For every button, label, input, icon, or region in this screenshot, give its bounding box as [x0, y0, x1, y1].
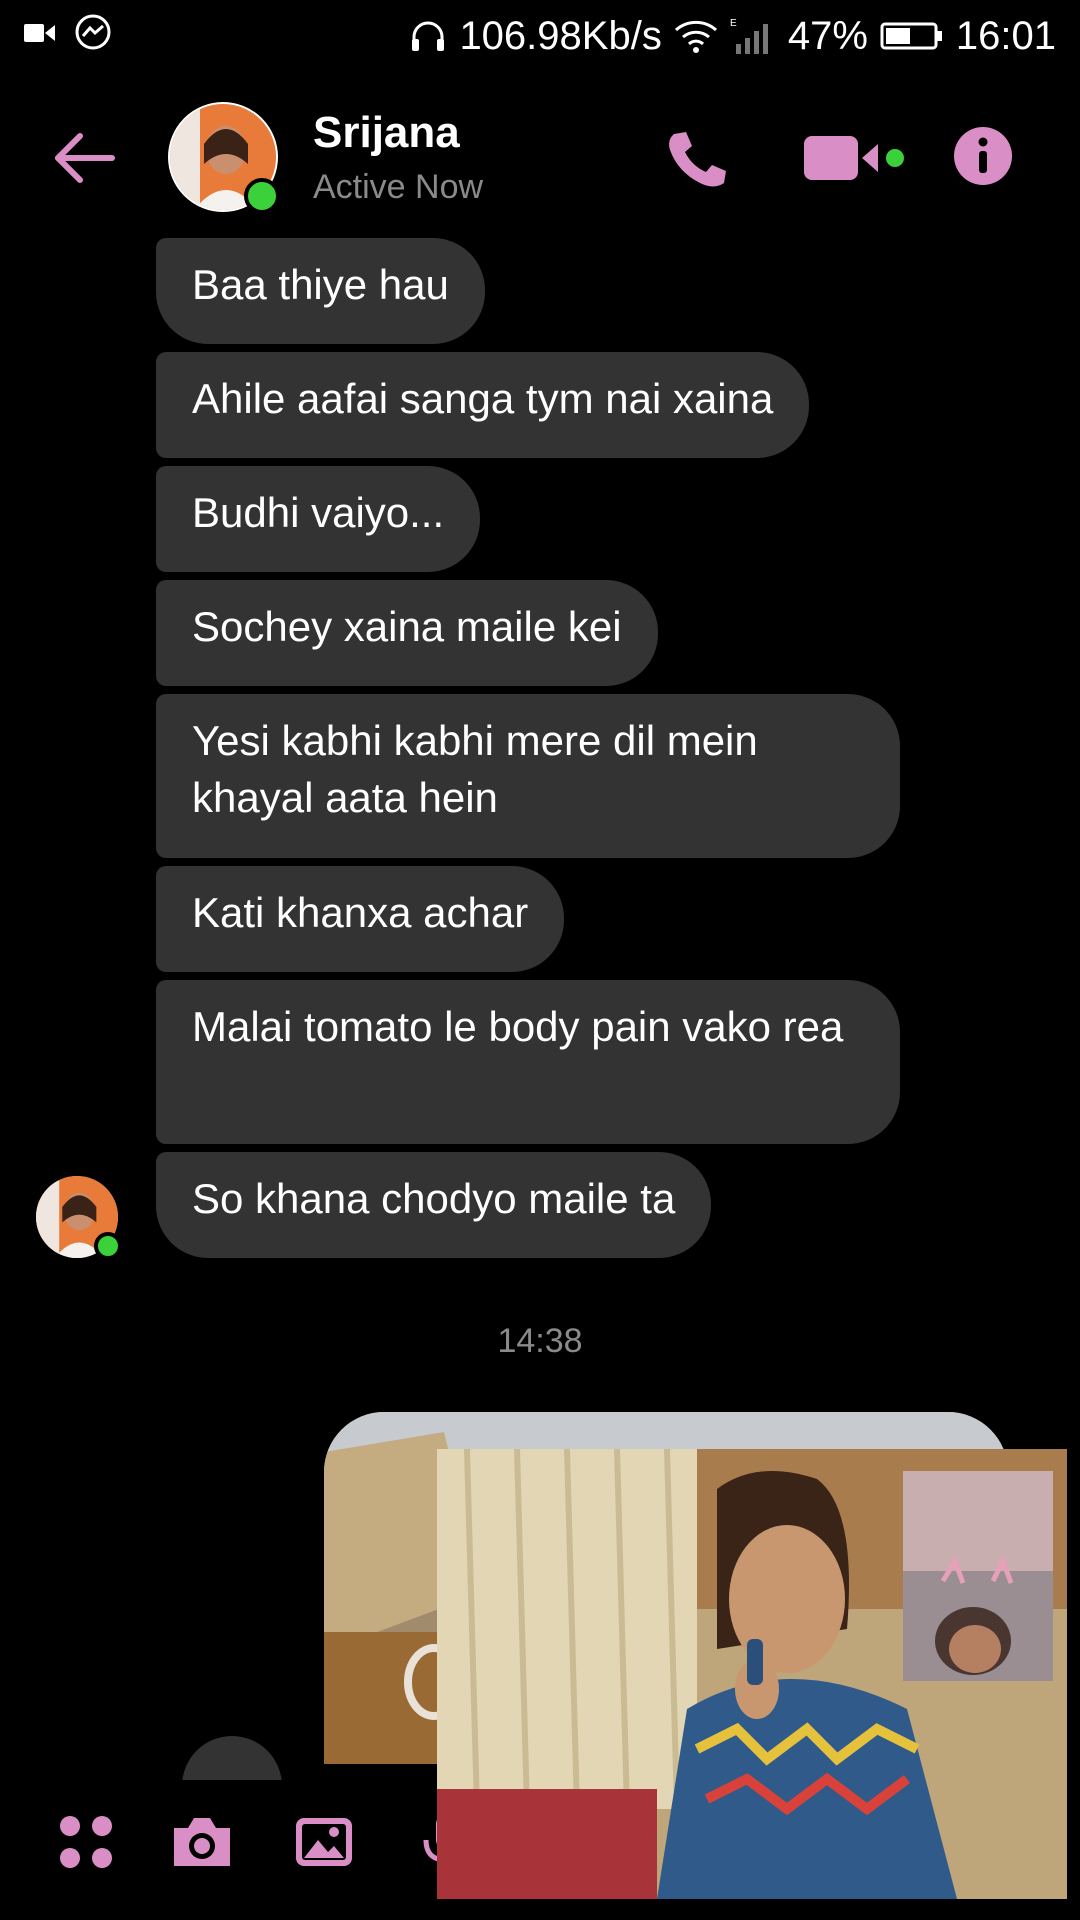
conversation-header: Srijana Active Now — [0, 90, 1080, 220]
video-notification-icon — [24, 24, 55, 42]
messenger-notification-icon — [75, 14, 111, 50]
grid-icon[interactable] — [54, 1810, 118, 1874]
message-bubble[interactable]: Baa thiye hau — [156, 238, 485, 344]
message-bubble[interactable]: Yesi kabhi kabhi mere dil mein khayal aa… — [156, 694, 900, 858]
status-bar: 106.98Kb/s E 47% 16:01 — [0, 0, 1080, 72]
signal-icon: E — [730, 18, 768, 54]
clock: 16:01 — [955, 14, 1056, 58]
self-video-feed — [903, 1471, 1053, 1681]
camera-icon[interactable] — [170, 1810, 234, 1874]
online-indicator — [94, 1232, 122, 1260]
contact-status: Active Now — [313, 168, 484, 206]
video-call-window[interactable] — [437, 1449, 1067, 1899]
video-camera-icon[interactable] — [804, 134, 904, 182]
self-video-preview[interactable] — [903, 1471, 1053, 1681]
status-bar-notifications — [24, 14, 112, 52]
online-indicator — [244, 178, 280, 214]
status-bar-indicators: 106.98Kb/s E 47% 16:01 — [409, 10, 1056, 62]
info-icon[interactable] — [953, 126, 1013, 186]
back-arrow-icon[interactable] — [52, 130, 116, 186]
battery-icon — [880, 22, 942, 50]
typing-indicator — [182, 1736, 282, 1786]
message-bubble[interactable]: Budhi vaiyo... — [156, 466, 481, 572]
headphones-icon — [412, 21, 445, 51]
battery-percent: 47% — [787, 14, 868, 58]
contact-name[interactable]: Srijana — [313, 108, 460, 158]
wifi-icon — [674, 20, 717, 53]
message-bubble[interactable]: Malai tomato le body pain vako rea — [156, 980, 900, 1144]
svg-text:E: E — [730, 18, 737, 29]
message-bubble[interactable]: Sochey xaina maile kei — [156, 580, 658, 686]
message-bubble[interactable]: So khana chodyo maile ta — [156, 1152, 712, 1258]
message-bubble[interactable]: Kati khanxa achar — [156, 866, 565, 972]
network-speed: 106.98Kb/s — [459, 14, 662, 58]
phone-icon[interactable] — [664, 128, 730, 190]
message-bubble[interactable]: Ahile aafai sanga tym nai xaina — [156, 352, 810, 458]
message-timestamp: 14:38 — [497, 1322, 583, 1360]
image-icon[interactable] — [292, 1810, 356, 1874]
